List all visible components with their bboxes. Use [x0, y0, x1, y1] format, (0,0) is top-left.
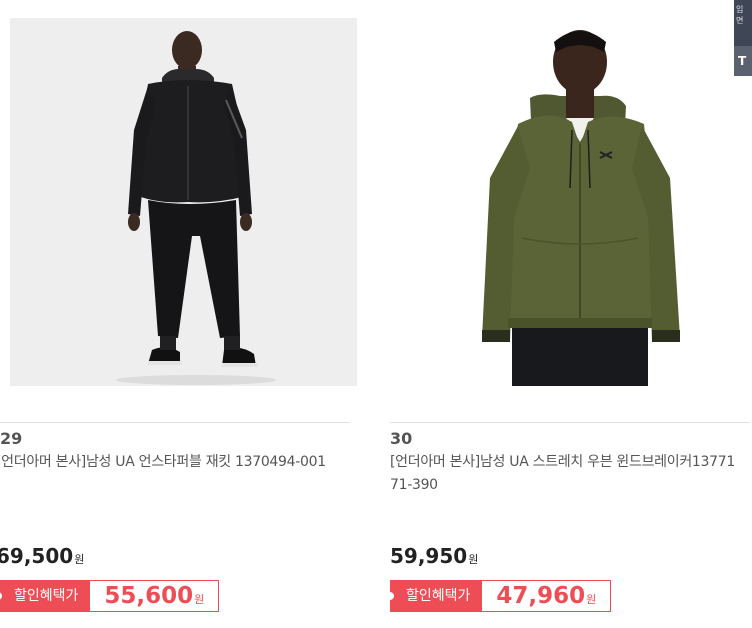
discount-label: 할인혜택가 [406, 588, 471, 604]
discount-price: 55,600원 [90, 580, 220, 612]
scroll-top-button[interactable]: T [734, 46, 752, 76]
price-value: 59,950 [390, 544, 468, 568]
tag-dot-icon [0, 592, 2, 600]
product-title[interactable]: [언더아머 본사]남성 UA 스트레치 우븐 윈드브레이커1377171-390 [390, 451, 740, 497]
discount-tag: 할인혜택가 [0, 580, 91, 612]
divider [390, 422, 750, 423]
product-price: 59,950원 [390, 544, 478, 568]
price-value: 69,500 [0, 544, 74, 568]
side-widget-text[interactable]: 입 면 [734, 0, 752, 46]
tag-dot-icon [386, 592, 394, 600]
product-price: 69,500원 [0, 544, 84, 568]
discount-benefit: 할인혜택가 47,960원 [386, 580, 612, 612]
discount-label: 할인혜택가 [14, 588, 79, 604]
sale-price-value: 55,600 [104, 583, 194, 609]
product-card[interactable]: 30 [언더아머 본사]남성 UA 스트레치 우븐 윈드브레이커1377171-… [386, 0, 750, 628]
discount-tag: 할인혜택가 [386, 580, 483, 612]
sale-price-unit: 원 [194, 593, 205, 606]
sale-price-value: 47,960 [496, 583, 586, 609]
product-photo-olive-windbreaker [390, 18, 737, 386]
product-rank: 30 [390, 429, 413, 448]
price-unit: 원 [74, 553, 85, 566]
product-image[interactable] [10, 18, 357, 386]
product-title[interactable]: [언더아머 본사]남성 UA 언스타퍼블 재킷 1370494-001 [0, 451, 348, 474]
product-photo-black-jacket [10, 18, 357, 386]
sale-price-unit: 원 [586, 593, 597, 606]
discount-price: 47,960원 [482, 580, 612, 612]
product-image[interactable] [390, 18, 737, 386]
price-unit: 원 [468, 553, 479, 566]
divider [0, 422, 350, 423]
discount-benefit: 할인혜택가 55,600원 [0, 580, 220, 612]
floating-side-widget[interactable]: 입 면 T [734, 0, 752, 76]
product-rank: 29 [0, 429, 23, 448]
product-card[interactable]: 29 [언더아머 본사]남성 UA 언스타퍼블 재킷 1370494-001 6… [0, 0, 357, 628]
